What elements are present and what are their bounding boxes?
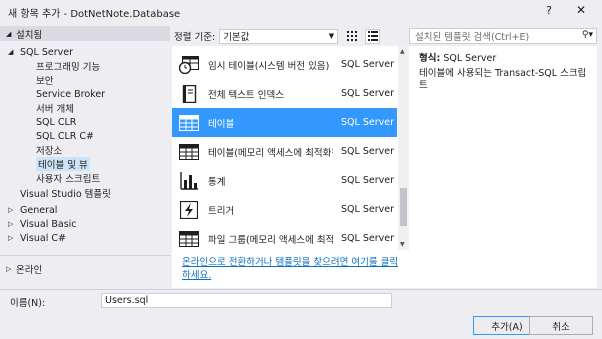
tree-item[interactable]: SQL CLR C# bbox=[36, 129, 94, 143]
tree-item-label: SQL CLR C# bbox=[36, 130, 94, 142]
tree-item-label: 프로그래밍 기능 bbox=[36, 62, 101, 73]
tree-item[interactable]: 보안 bbox=[36, 73, 53, 87]
template-item-type: SQL Server bbox=[341, 175, 394, 186]
title-bar: 새 항목 추가 - DotNetNote.Database ? ✕ bbox=[0, 0, 602, 24]
details-description: 테이블에 사용되는 Transact-SQL 스크립트 bbox=[419, 68, 587, 91]
template-item-name: 통계 bbox=[208, 176, 226, 188]
book-icon bbox=[178, 84, 200, 104]
template-list: 임시 테이블(시스템 버전 있음) SQL Server 전체 텍스트 인덱스 SQL… bbox=[172, 46, 409, 250]
tree-item-label: SQL Server bbox=[20, 46, 73, 58]
sort-toolbar: 정렬 기준: 기본값 ▼ bbox=[174, 27, 396, 45]
divider bbox=[0, 255, 170, 256]
template-item-type: SQL Server bbox=[341, 146, 394, 157]
template-item-name: 테이블 bbox=[208, 118, 235, 130]
template-item-name: 트리거 bbox=[208, 205, 235, 217]
tree-header-label: 설치됨 bbox=[16, 29, 43, 41]
collapsed-arrow-icon[interactable]: ▷ bbox=[8, 234, 18, 242]
collapsed-arrow-icon: ▷ bbox=[6, 265, 12, 273]
search-placeholder: 설치된 템플릿 검색(Ctrl+E) bbox=[415, 32, 530, 43]
template-search-input[interactable]: 설치된 템플릿 검색(Ctrl+E) ⚲▾ bbox=[409, 28, 597, 44]
tree-item-label: 저장소 bbox=[36, 146, 63, 157]
template-item[interactable]: 임시 테이블(시스템 버전 있음) SQL Server bbox=[172, 50, 397, 79]
tree-item-label: General bbox=[20, 204, 58, 216]
table-icon bbox=[178, 229, 200, 249]
template-item-type: SQL Server bbox=[341, 88, 394, 99]
table-icon bbox=[178, 142, 200, 162]
dropdown-arrow-icon: ▼ bbox=[328, 31, 335, 40]
template-item[interactable]: 테이블 SQL Server bbox=[172, 108, 397, 137]
template-item[interactable]: 통계 SQL Server bbox=[172, 166, 397, 195]
template-item-name: 전체 텍스트 인덱스 bbox=[208, 89, 284, 101]
tree-item-label: Visual Basic bbox=[20, 218, 77, 230]
scrollbar-thumb[interactable] bbox=[400, 188, 407, 226]
tree-item-label: Service Broker bbox=[36, 88, 106, 100]
tree-header-installed[interactable]: ◢ 설치됨 bbox=[0, 26, 170, 41]
trigger-icon bbox=[178, 200, 200, 220]
tree-item[interactable]: 사용자 스크립트 bbox=[36, 171, 100, 185]
table-icon bbox=[178, 113, 200, 133]
tree-item[interactable]: Service Broker bbox=[36, 87, 105, 101]
clock-table-icon bbox=[178, 55, 200, 75]
template-item[interactable]: 트리거 SQL Server bbox=[172, 195, 397, 224]
expanded-arrow-icon[interactable]: ◢ bbox=[8, 48, 18, 56]
template-item-type: SQL Server bbox=[341, 59, 394, 70]
name-input-value: Users.sql bbox=[105, 295, 149, 306]
scroll-up-icon[interactable]: ▲ bbox=[400, 48, 405, 55]
details-type-value: SQL Server bbox=[443, 53, 497, 64]
cancel-button[interactable]: 취소 bbox=[529, 316, 593, 335]
list-view-icon bbox=[367, 31, 378, 41]
search-icon[interactable]: ⚲▾ bbox=[582, 30, 593, 40]
template-item-name: 임시 테이블(시스템 버전 있음) bbox=[208, 60, 330, 72]
online-templates-link[interactable]: 온라인으로 전환하거나 템플릿을 찾으려면 여기를 클릭하세요. bbox=[172, 250, 409, 288]
tree-item-online[interactable]: ▷ 온라인 bbox=[6, 262, 42, 276]
template-item[interactable]: 테이블(메모리 액세스에 최적화됨) SQL Server bbox=[172, 137, 397, 166]
template-list-scrollbar[interactable]: ▲ ▼ bbox=[398, 46, 409, 250]
tree-item[interactable]: Visual Studio 템플릿 bbox=[20, 186, 111, 200]
help-button[interactable]: ? bbox=[541, 4, 557, 17]
template-item-name: 파일 그룹(메모리 액세스에 최적화됨) bbox=[208, 234, 333, 246]
tree-item[interactable]: SQL CLR bbox=[36, 115, 76, 129]
grid-view-button[interactable] bbox=[344, 29, 359, 44]
tree-item[interactable]: 저장소 bbox=[36, 143, 62, 157]
list-view-button[interactable] bbox=[365, 28, 381, 44]
collapsed-arrow-icon[interactable]: ▷ bbox=[8, 220, 18, 228]
tree-item[interactable]: ▷ Visual Basic bbox=[8, 217, 77, 231]
sort-value: 기본값 bbox=[223, 32, 250, 43]
tree-item-label: 테이블 및 뷰 bbox=[36, 157, 90, 171]
tree-item[interactable]: ◢ SQL Server bbox=[8, 45, 73, 59]
category-tree: ◢ 설치됨 ◢ SQL Server 프로그래밍 기능 보안 Service Broke… bbox=[0, 26, 170, 288]
close-button[interactable]: ✕ bbox=[572, 3, 590, 17]
details-type-label: 형식: bbox=[419, 53, 441, 64]
tree-item-online-label: 온라인 bbox=[16, 265, 43, 276]
template-details: 형식: SQL Server 테이블에 사용되는 Transact-SQL 스크… bbox=[409, 46, 597, 288]
tree-item-label: Visual C# bbox=[20, 232, 66, 244]
tree-item-label: Visual Studio 템플릿 bbox=[20, 189, 111, 200]
window-title: 새 항목 추가 - DotNetNote.Database bbox=[8, 9, 181, 20]
expanded-arrow-icon: ◢ bbox=[6, 29, 12, 38]
tree-item[interactable]: ▷ General bbox=[8, 203, 57, 217]
bar-chart-icon bbox=[178, 171, 200, 191]
tree-item-label: 보안 bbox=[36, 76, 54, 87]
collapsed-arrow-icon[interactable]: ▷ bbox=[8, 206, 18, 214]
template-item[interactable]: 파일 그룹(메모리 액세스에 최적화됨) SQL Server bbox=[172, 224, 397, 250]
sort-label: 정렬 기준: bbox=[174, 32, 216, 43]
tree-item-label: 사용자 스크립트 bbox=[36, 174, 101, 185]
grid-view-icon bbox=[346, 31, 357, 41]
name-input[interactable]: Users.sql bbox=[101, 293, 392, 308]
template-item[interactable]: 전체 텍스트 인덱스 SQL Server bbox=[172, 79, 397, 108]
template-item-type: SQL Server bbox=[341, 117, 394, 128]
tree-item[interactable]: 서버 개체 bbox=[36, 101, 74, 115]
sort-dropdown[interactable]: 기본값 ▼ bbox=[219, 28, 339, 44]
scroll-down-icon[interactable]: ▼ bbox=[400, 241, 405, 248]
tree-item[interactable]: ▷ Visual C# bbox=[8, 231, 66, 245]
divider bbox=[0, 289, 602, 290]
tree-item[interactable]: 테이블 및 뷰 bbox=[36, 157, 90, 171]
name-label: 이름(N): bbox=[10, 298, 46, 309]
tree-item-label: 서버 개체 bbox=[36, 104, 74, 115]
tree-item[interactable]: 프로그래밍 기능 bbox=[36, 59, 100, 73]
template-item-type: SQL Server bbox=[341, 233, 394, 244]
template-item-name: 테이블(메모리 액세스에 최적화됨) bbox=[208, 147, 333, 159]
template-item-type: SQL Server bbox=[341, 204, 394, 215]
tree-item-label: SQL CLR bbox=[36, 116, 77, 128]
